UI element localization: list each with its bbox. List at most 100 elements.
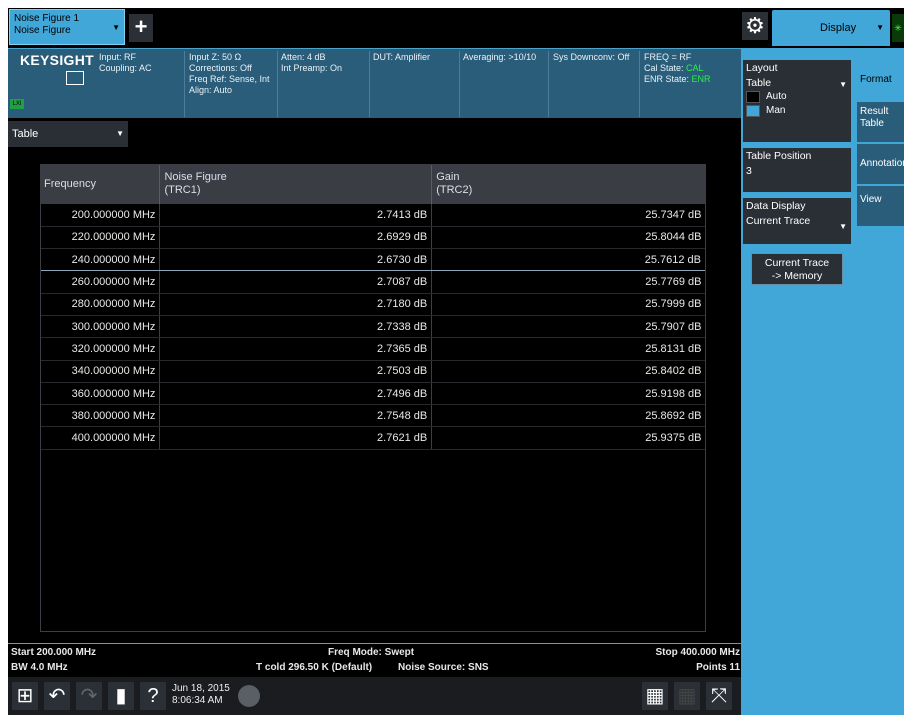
settings-dut[interactable]: DUT: Amplifier [373, 52, 430, 63]
gain-cell: 25.8402 dB [431, 360, 706, 383]
stop-freq[interactable]: Stop 400.000 MHz [656, 647, 740, 658]
gear-icon[interactable]: ⚙ [742, 12, 768, 40]
noise-figure-cell: 2.6929 dB [159, 226, 432, 250]
gain-cell: 25.8692 dB [431, 404, 706, 428]
settings-corrections[interactable]: Input Z: 50 Ω Corrections: Off Freq Ref:… [189, 52, 270, 96]
settings-atten[interactable]: Atten: 4 dB Int Preamp: On [281, 52, 342, 74]
table-position-control[interactable]: Table Position 3 [743, 148, 851, 192]
date-text: Jun 18, 2015 [172, 683, 230, 694]
gain-cell: 25.9375 dB [431, 426, 706, 450]
settings-downconv[interactable]: Sys Downconv: Off [553, 52, 629, 63]
time-text: 8:06:34 AM [172, 695, 223, 706]
start-freq[interactable]: Start 200.000 MHz [11, 647, 96, 658]
align-setting: Align: Auto [189, 85, 233, 95]
table-row[interactable]: 380.000000 MHz 2.7548 dB 25.8692 dB [40, 404, 706, 428]
radio-auto[interactable] [746, 91, 760, 103]
divider [639, 51, 640, 117]
result-table: Frequency Noise Figure (TRC1) Gain (TRC2) … [40, 164, 706, 450]
view-dropdown[interactable]: Table ▼ [8, 121, 128, 147]
table-row[interactable]: 300.000000 MHz 2.7338 dB 25.7907 dB [40, 315, 706, 339]
redo-icon[interactable]: ↷ [76, 682, 102, 710]
message-icon[interactable] [238, 685, 260, 707]
tab-annotation[interactable]: Annotation [857, 144, 904, 184]
file-icon[interactable]: ▮ [108, 682, 134, 710]
frequency-cell: 200.000000 MHz [40, 204, 160, 227]
undo-icon[interactable]: ↶ [44, 682, 70, 710]
frequency-cell: 280.000000 MHz [40, 293, 160, 316]
main-display: Table ▼ Frequency Noise Figure (TRC1) Gai… [8, 118, 741, 643]
frequency-cell: 220.000000 MHz [40, 226, 160, 250]
header-noise-figure[interactable]: Noise Figure (TRC1) [159, 164, 432, 204]
t-cold[interactable]: T cold 296.50 K (Default) [256, 662, 372, 673]
divider [459, 51, 460, 117]
tab-format[interactable]: Format [857, 60, 904, 100]
table-position-value: 3 [746, 165, 752, 177]
noise-figure-cell: 2.7503 dB [159, 360, 432, 383]
mode-tab[interactable]: Noise Figure 1 Noise Figure ▼ [9, 9, 125, 45]
table-row[interactable]: 340.000000 MHz 2.7503 dB 25.8402 dB [40, 360, 706, 383]
points[interactable]: Points 11 [696, 662, 740, 673]
expand-icon[interactable]: ⤧ [706, 682, 732, 710]
noise-figure-cell: 2.7365 dB [159, 337, 432, 361]
gain-cell: 25.7347 dB [431, 204, 706, 227]
table-row[interactable]: 320.000000 MHz 2.7365 dB 25.8131 dB [40, 337, 706, 361]
tab-result-table[interactable]: Result Table [857, 102, 904, 142]
header-frequency[interactable]: Frequency [40, 164, 160, 204]
gain-cell: 25.8131 dB [431, 337, 706, 361]
view-dropdown-label: Table [12, 128, 39, 140]
add-screen-button[interactable]: + [129, 14, 153, 42]
freq-mode[interactable]: Freq Mode: Swept [328, 647, 414, 658]
layout-icon[interactable]: ▦ [674, 682, 700, 710]
frequency-cell: 380.000000 MHz [40, 404, 160, 428]
table-row[interactable]: 280.000000 MHz 2.7180 dB 25.7999 dB [40, 293, 706, 316]
monitor-icon[interactable] [66, 71, 84, 85]
status-indicator-icon: ✳ [892, 14, 904, 42]
gain-cell: 25.9198 dB [431, 382, 706, 406]
freq-ref-setting: Freq Ref: Sense, Int [189, 74, 270, 84]
windows-icon[interactable]: ⊞ [12, 682, 38, 710]
table-row[interactable]: 400.000000 MHz 2.7621 dB 25.9375 dB [40, 426, 706, 450]
dropdown-arrow-icon: ▼ [876, 23, 884, 32]
noise-figure-cell: 2.7338 dB [159, 315, 432, 339]
data-display-control[interactable]: Data Display Current Trace ▼ [743, 198, 851, 244]
layout-control[interactable]: Layout Table ▼ Auto Man [743, 60, 851, 142]
data-display-value: Current Trace [746, 215, 811, 227]
gain-cell: 25.8044 dB [431, 226, 706, 250]
table-row[interactable]: 220.000000 MHz 2.6929 dB 25.8044 dB [40, 226, 706, 250]
settings-input[interactable]: Input: RF Coupling: AC [99, 52, 152, 74]
noise-figure-cell: 2.6730 dB [159, 248, 432, 272]
radio-man[interactable] [746, 105, 760, 117]
layout-man-option[interactable]: Man [746, 104, 848, 118]
freq-state: FREQ = RF [644, 52, 692, 62]
divider [369, 51, 370, 117]
table-row[interactable]: 240.000000 MHz 2.6730 dB 25.7612 dB [40, 248, 706, 272]
layout-auto-option[interactable]: Auto [746, 90, 848, 104]
gain-cell: 25.7999 dB [431, 293, 706, 316]
settings-state[interactable]: FREQ = RF Cal State: CAL ENR State: ENR [644, 52, 711, 85]
atten-setting: Atten: 4 dB [281, 52, 326, 62]
table-row[interactable]: 360.000000 MHz 2.7496 dB 25.9198 dB [40, 382, 706, 406]
header-gain[interactable]: Gain (TRC2) [431, 164, 706, 204]
display-tab[interactable]: Display ▼ [772, 10, 890, 46]
tab-view[interactable]: View [857, 186, 904, 226]
coupling-setting: Coupling: AC [99, 63, 152, 73]
trace-to-memory-button[interactable]: Current Trace -> Memory [751, 253, 843, 285]
grid-icon[interactable]: ▦ [642, 682, 668, 710]
frequency-cell: 340.000000 MHz [40, 360, 160, 383]
gain-cell: 25.7612 dB [431, 248, 706, 272]
settings-averaging[interactable]: Averaging: >10/10 [463, 52, 536, 63]
gain-cell: 25.7907 dB [431, 315, 706, 339]
noise-figure-cell: 2.7087 dB [159, 270, 432, 294]
status-bar: Start 200.000 MHz BW 4.0 MHz Freq Mode: … [8, 643, 741, 677]
bandwidth[interactable]: BW 4.0 MHz [11, 662, 68, 673]
table-position-label: Table Position [746, 150, 812, 162]
dropdown-arrow-icon: ▼ [112, 23, 120, 32]
divider [184, 51, 185, 117]
input-z-setting: Input Z: 50 Ω [189, 52, 242, 62]
help-icon[interactable]: ? [140, 682, 166, 710]
table-row[interactable]: 200.000000 MHz 2.7413 dB 25.7347 dB [40, 204, 706, 227]
noise-source[interactable]: Noise Source: SNS [398, 662, 489, 673]
display-tab-label: Display [820, 22, 857, 34]
table-row[interactable]: 260.000000 MHz 2.7087 dB 25.7769 dB [40, 270, 706, 294]
noise-figure-cell: 2.7413 dB [159, 204, 432, 227]
